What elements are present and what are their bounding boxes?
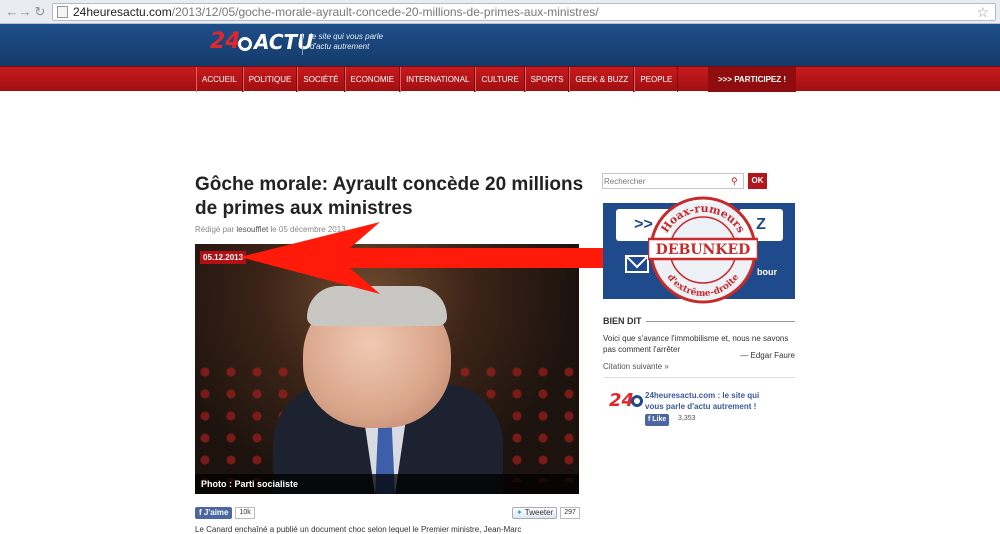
- nav-item[interactable]: CULTURE: [475, 67, 525, 92]
- main-nav: ACCUEIL POLITIQUE SOCIÉTÉ ECONOMIE INTERNATI…: [0, 66, 1000, 92]
- fb-like-button[interactable]: f J'aime: [195, 507, 233, 519]
- reload-icon[interactable]: ↻: [32, 4, 48, 20]
- nav-item[interactable]: GEEK & BUZZ: [569, 67, 635, 92]
- stamp-debunked-text: DEBUNKED: [656, 242, 751, 258]
- nav-item[interactable]: ACCUEIL: [196, 67, 243, 92]
- clock-icon: [631, 395, 643, 407]
- annotation-arrow: [240, 222, 615, 294]
- forward-icon[interactable]: →: [17, 4, 33, 20]
- logo-number: 24: [210, 29, 241, 54]
- url-text: 24heuresactu.com/2013/12/05/goche-morale…: [73, 5, 599, 19]
- tweet-button[interactable]: ✦ Tweeter: [512, 507, 558, 519]
- fb-share: f J'aime 10k: [195, 507, 255, 519]
- photo-caption: Photo : Parti socialiste: [195, 474, 579, 494]
- fb-page-logo[interactable]: 24: [609, 390, 645, 416]
- heading-rule: [646, 321, 795, 322]
- logo-divider: [302, 33, 303, 55]
- site-header: 24 ACTU le site qui vous parle d'actu au…: [0, 24, 1000, 66]
- page-icon: [57, 6, 68, 18]
- fb-page-like-count: 3,353: [678, 415, 696, 422]
- search-ok-button[interactable]: OK: [748, 173, 767, 189]
- envelope-icon: [625, 255, 649, 273]
- bien-dit-heading: BIEN DIT: [603, 316, 642, 326]
- nav-item[interactable]: ECONOMIE: [344, 67, 401, 92]
- participate-link[interactable]: >>> PARTICIPEZ !: [708, 67, 796, 92]
- tweet-count: 297: [560, 507, 580, 519]
- bookmark-star-icon[interactable]: ☆: [976, 4, 989, 21]
- byline-prefix: Rédigé par: [195, 225, 235, 234]
- nav-item[interactable]: POLITIQUE: [242, 67, 298, 92]
- fb-page-like-button[interactable]: f Like: [645, 414, 670, 426]
- logo-word: ACTU: [254, 30, 314, 54]
- search-icon[interactable]: ⚲: [731, 175, 741, 187]
- twitter-share: ✦ Tweeter 297: [512, 507, 580, 519]
- search-box: ⚲: [602, 173, 744, 189]
- quote-author: — Edgar Faure: [740, 351, 795, 360]
- sidebar-divider: [603, 377, 795, 378]
- nav-item[interactable]: SOCIÉTÉ: [297, 67, 345, 92]
- nav-item[interactable]: SPORTS: [524, 67, 570, 92]
- search-input[interactable]: [604, 175, 726, 187]
- nav-item[interactable]: PEOPLE: [634, 67, 679, 92]
- next-citation-link[interactable]: Citation suivante »: [603, 362, 669, 371]
- promo-text: bour: [757, 267, 777, 277]
- fb-page-title[interactable]: 24heuresactu.com : le site qui vous parl…: [645, 390, 775, 412]
- fb-like-count: 10k: [235, 507, 255, 519]
- clock-icon: [238, 37, 252, 51]
- article-lead: Le Canard enchaîné a publié un document …: [195, 525, 522, 534]
- site-tagline: le site qui vous parle d'actu autrement: [310, 32, 383, 51]
- article-title[interactable]: Gôche morale: Ayrault concède 20 million…: [195, 173, 595, 221]
- nav-item[interactable]: INTERNATIONAL: [400, 67, 476, 92]
- debunked-stamp: Hoax-rumeurs DEBUNKED d'extrême-droite: [648, 196, 758, 304]
- nav-items: ACCUEIL POLITIQUE SOCIÉTÉ ECONOMIE INTERNATI…: [196, 67, 679, 92]
- browser-toolbar: ← → ↻ 24heuresactu.com/2013/12/05/goche-…: [0, 0, 1000, 24]
- address-bar[interactable]: 24heuresactu.com/2013/12/05/goche-morale…: [52, 3, 996, 21]
